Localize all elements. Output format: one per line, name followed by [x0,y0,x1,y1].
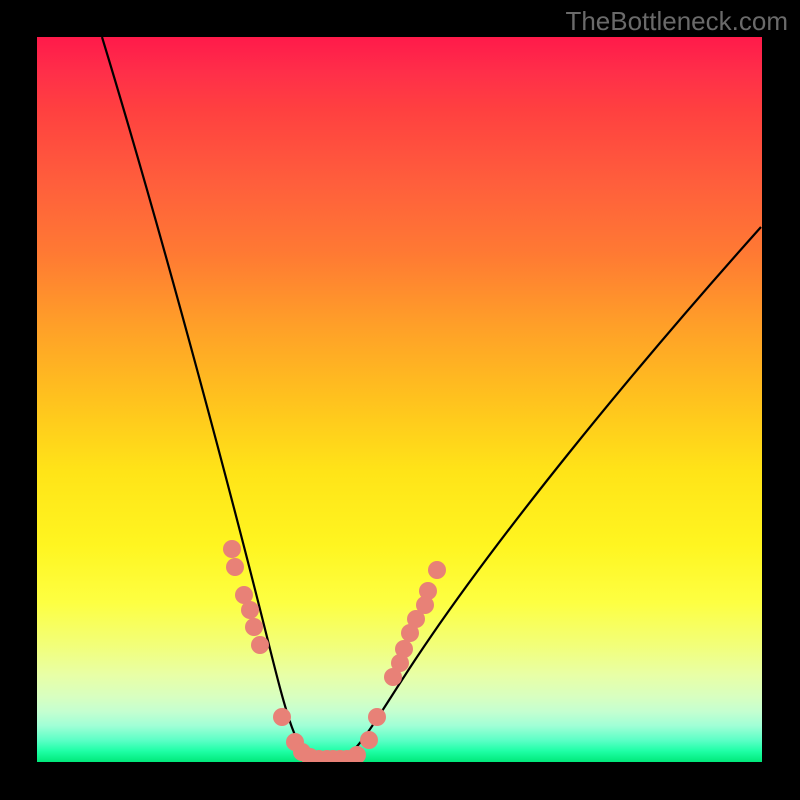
data-point [384,668,402,686]
data-point [245,618,263,636]
data-point [428,561,446,579]
data-points-group [223,540,446,762]
chart-plot-area [37,37,762,762]
data-point [368,708,386,726]
data-point [226,558,244,576]
data-point [223,540,241,558]
watermark-text: TheBottleneck.com [565,6,788,37]
data-point [273,708,291,726]
chart-svg [37,37,762,762]
data-point [401,624,419,642]
data-point [360,731,378,749]
data-point [241,601,259,619]
data-point [251,636,269,654]
left-curve [102,37,317,761]
